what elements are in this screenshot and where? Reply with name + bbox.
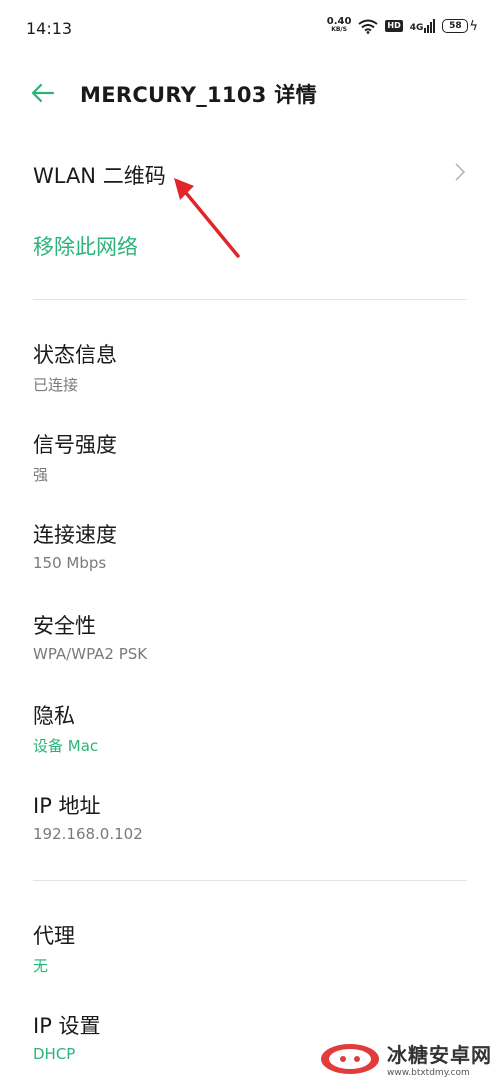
detail-privacy[interactable]: 隐私 设备 Mac (33, 700, 98, 756)
setting-value: DHCP (33, 1045, 76, 1063)
detail-label: 安全性 (33, 614, 96, 638)
detail-value: 已连接 (33, 376, 79, 394)
cellular-signal-icon: 4G (410, 19, 436, 33)
watermark-logo-icon (321, 1043, 379, 1074)
detail-value: 强 (33, 466, 49, 484)
watermark-name: 冰糖安卓网 (387, 1043, 492, 1067)
status-time: 14:13 (26, 19, 73, 38)
back-arrow-icon[interactable] (28, 78, 58, 108)
watermark-url: www.btxtdmy.com (387, 1068, 470, 1078)
hd-badge: HD (385, 20, 403, 32)
battery-icon: 58 ϟ (442, 19, 478, 34)
detail-value: WPA/WPA2 PSK (33, 645, 148, 663)
detail-value: 192.168.0.102 (33, 825, 143, 843)
charging-icon: ϟ (469, 18, 478, 34)
network-speed-unit: KB/S (331, 26, 347, 33)
setting-label: 代理 (33, 924, 75, 948)
remove-network-button[interactable]: 移除此网络 (33, 231, 138, 261)
wlan-qr-code-item[interactable]: WLAN 二维码 (33, 160, 166, 190)
network-speed-value: 0.40 (326, 16, 352, 27)
proxy-setting[interactable]: 代理 无 (33, 920, 75, 976)
detail-value: 设备 Mac (33, 737, 99, 755)
page-title: MERCURY_1103 详情 (80, 83, 317, 107)
detail-label: 信号强度 (33, 433, 117, 457)
chevron-right-icon (455, 163, 466, 181)
wifi-icon (358, 19, 379, 34)
detail-value: 150 Mbps (33, 554, 107, 572)
ip-settings[interactable]: IP 设置 DHCP (33, 1010, 101, 1063)
status-icons: 0.40 KB/S HD 4G 58 ϟ (326, 16, 478, 34)
setting-label: IP 设置 (33, 1014, 101, 1038)
network-type: 4G (409, 23, 424, 33)
detail-label: IP 地址 (33, 794, 101, 818)
detail-link-speed: 连接速度 150 Mbps (33, 519, 117, 572)
detail-label: 状态信息 (33, 343, 117, 367)
detail-signal-strength: 信号强度 强 (33, 429, 117, 485)
detail-label: 隐私 (33, 704, 75, 728)
battery-level: 58 (449, 21, 462, 31)
detail-label: 连接速度 (33, 523, 117, 547)
divider (33, 299, 467, 300)
annotation-arrow-icon (174, 178, 240, 258)
detail-status: 状态信息 已连接 (33, 339, 117, 395)
divider (33, 880, 467, 881)
detail-security: 安全性 WPA/WPA2 PSK (33, 610, 147, 663)
detail-ip-address: IP 地址 192.168.0.102 (33, 790, 143, 843)
setting-value: 无 (33, 957, 49, 975)
watermark: 冰糖安卓网 www.btxtdmy.com (319, 1039, 492, 1078)
network-speed: 0.40 KB/S (326, 16, 352, 34)
